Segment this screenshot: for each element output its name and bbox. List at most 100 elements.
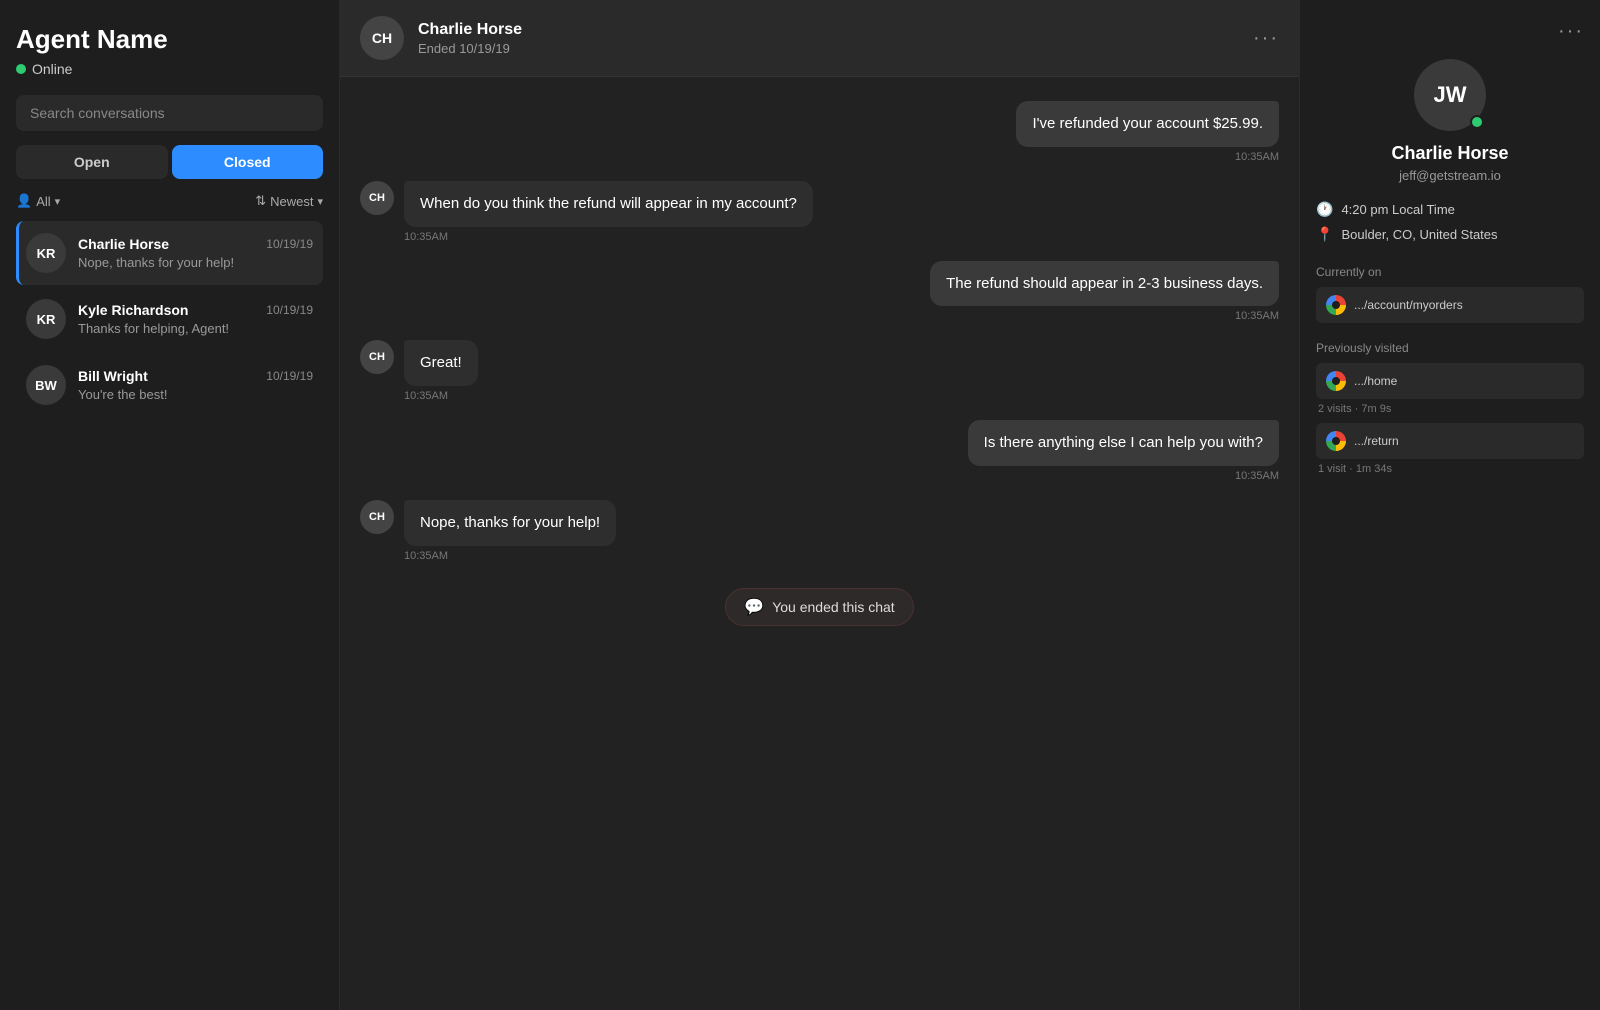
visit-url: .../return <box>1354 434 1399 448</box>
message-bubble: Great! <box>404 340 478 386</box>
contact-avatar-wrap: JW <box>1414 59 1486 131</box>
visit-info: 2 visits · 7m 9s <box>1318 403 1584 415</box>
contact-location-row: 📍 Boulder, CO, United States <box>1316 226 1584 243</box>
message-time: 10:35AM <box>930 310 1279 322</box>
chevron-down-icon: ▾ <box>55 195 61 208</box>
right-panel: ··· JW Charlie Horse jeff@getstream.io 🕐… <box>1300 0 1600 1010</box>
conv-info: Bill Wright 10/19/19 You're the best! <box>78 368 313 402</box>
location-icon: 📍 <box>1316 226 1333 243</box>
chevron-down-icon-2: ▾ <box>317 195 323 208</box>
message-row: CH When do you think the refund will app… <box>360 181 1279 243</box>
current-url: .../account/myorders <box>1354 298 1463 312</box>
contact-online-dot <box>1470 115 1484 129</box>
message-row: CH Nope, thanks for your help! 10:35AM <box>360 500 1279 562</box>
filter-all[interactable]: 👤 All ▾ <box>16 193 60 209</box>
message-time: 10:35AM <box>404 390 478 402</box>
conv-name: Kyle Richardson <box>78 302 188 318</box>
agent-status: Online <box>16 61 323 77</box>
messages-area: I've refunded your account $25.99. 10:35… <box>340 77 1299 1010</box>
message-time: 10:35AM <box>404 550 616 562</box>
message-row: I've refunded your account $25.99. 10:35… <box>360 101 1279 163</box>
chat-header-subtitle: Ended 10/19/19 <box>418 41 1239 56</box>
contact-time: 4:20 pm Local Time <box>1341 202 1454 217</box>
chrome-icon-visit <box>1326 431 1346 451</box>
message-time: 10:35AM <box>1016 151 1279 163</box>
previously-visited-label: Previously visited <box>1316 341 1584 355</box>
conversation-item[interactable]: KR Charlie Horse 10/19/19 Nope, thanks f… <box>16 221 323 285</box>
message-bubble: Nope, thanks for your help! <box>404 500 616 546</box>
message-time: 10:35AM <box>404 231 813 243</box>
conv-date: 10/19/19 <box>266 369 313 383</box>
contact-location: Boulder, CO, United States <box>1341 227 1497 242</box>
conversation-list: KR Charlie Horse 10/19/19 Nope, thanks f… <box>16 221 323 417</box>
message-row: CH Great! 10:35AM <box>360 340 1279 402</box>
message-bubble-wrap: When do you think the refund will appear… <box>404 181 813 243</box>
visit-url-row: .../home <box>1316 363 1584 399</box>
status-label: Online <box>32 61 72 77</box>
message-bubble-wrap: Nope, thanks for your help! 10:35AM <box>404 500 616 562</box>
contact-email: jeff@getstream.io <box>1399 168 1501 183</box>
tab-row: Open Closed <box>16 145 323 179</box>
filter-newest[interactable]: ⇅ Newest ▾ <box>255 193 323 209</box>
sort-icon: ⇅ <box>255 193 266 209</box>
chat-header-name: Charlie Horse <box>418 21 1239 39</box>
conv-info: Charlie Horse 10/19/19 Nope, thanks for … <box>78 236 313 270</box>
message-avatar: CH <box>360 500 394 534</box>
message-row: The refund should appear in 2-3 business… <box>360 261 1279 323</box>
conv-date: 10/19/19 <box>266 303 313 317</box>
chat-header-avatar: CH <box>360 16 404 60</box>
message-avatar: CH <box>360 181 394 215</box>
chat-header-info: Charlie Horse Ended 10/19/19 <box>418 21 1239 56</box>
message-bubble-wrap: Great! 10:35AM <box>404 340 478 402</box>
conv-date: 10/19/19 <box>266 237 313 251</box>
chat-ended-banner: 💬 You ended this chat <box>725 588 913 626</box>
conv-avatar: KR <box>26 299 66 339</box>
conv-avatar: BW <box>26 365 66 405</box>
conv-preview: Nope, thanks for your help! <box>78 255 313 270</box>
right-panel-more-button[interactable]: ··· <box>1558 20 1584 43</box>
online-dot <box>16 64 26 74</box>
currently-on-label: Currently on <box>1316 265 1584 279</box>
sidebar: Agent Name Online Open Closed 👤 All ▾ ⇅ … <box>0 0 340 1010</box>
visit-url: .../home <box>1354 374 1397 388</box>
conversation-item[interactable]: KR Kyle Richardson 10/19/19 Thanks for h… <box>16 287 323 351</box>
conversation-item[interactable]: BW Bill Wright 10/19/19 You're the best! <box>16 353 323 417</box>
visit-info: 1 visit · 1m 34s <box>1318 463 1584 475</box>
message-bubble-wrap: The refund should appear in 2-3 business… <box>930 261 1279 323</box>
tab-closed[interactable]: Closed <box>172 145 324 179</box>
chat-area: CH Charlie Horse Ended 10/19/19 ··· I've… <box>340 0 1300 1010</box>
conv-name: Charlie Horse <box>78 236 169 252</box>
search-input[interactable] <box>16 95 323 131</box>
message-bubble: Is there anything else I can help you wi… <box>968 420 1279 466</box>
visit-url-row: .../return <box>1316 423 1584 459</box>
chrome-icon-current <box>1326 295 1346 315</box>
chat-header: CH Charlie Horse Ended 10/19/19 ··· <box>340 0 1299 77</box>
chat-ended-label: You ended this chat <box>772 599 894 615</box>
message-bubble: The refund should appear in 2-3 business… <box>930 261 1279 307</box>
conv-preview: You're the best! <box>78 387 313 402</box>
filter-all-label: All <box>36 194 50 209</box>
message-bubble: When do you think the refund will appear… <box>404 181 813 227</box>
tab-open[interactable]: Open <box>16 145 168 179</box>
message-row: Is there anything else I can help you wi… <box>360 420 1279 482</box>
contact-time-row: 🕐 4:20 pm Local Time <box>1316 201 1584 218</box>
conv-info: Kyle Richardson 10/19/19 Thanks for help… <box>78 302 313 336</box>
person-icon: 👤 <box>16 193 32 209</box>
agent-name: Agent Name <box>16 24 323 55</box>
message-bubble-wrap: I've refunded your account $25.99. 10:35… <box>1016 101 1279 163</box>
current-url-row: .../account/myorders <box>1316 287 1584 323</box>
message-bubble-wrap: Is there anything else I can help you wi… <box>968 420 1279 482</box>
chat-ended-icon: 💬 <box>744 597 764 617</box>
message-bubble: I've refunded your account $25.99. <box>1016 101 1279 147</box>
chrome-icon-visit <box>1326 371 1346 391</box>
contact-name: Charlie Horse <box>1391 143 1508 164</box>
more-options-button[interactable]: ··· <box>1253 27 1279 50</box>
message-avatar: CH <box>360 340 394 374</box>
message-time: 10:35AM <box>968 470 1279 482</box>
filter-newest-label: Newest <box>270 194 313 209</box>
conv-avatar: KR <box>26 233 66 273</box>
conv-name: Bill Wright <box>78 368 148 384</box>
filter-row: 👤 All ▾ ⇅ Newest ▾ <box>16 193 323 209</box>
conv-preview: Thanks for helping, Agent! <box>78 321 313 336</box>
clock-icon: 🕐 <box>1316 201 1333 218</box>
